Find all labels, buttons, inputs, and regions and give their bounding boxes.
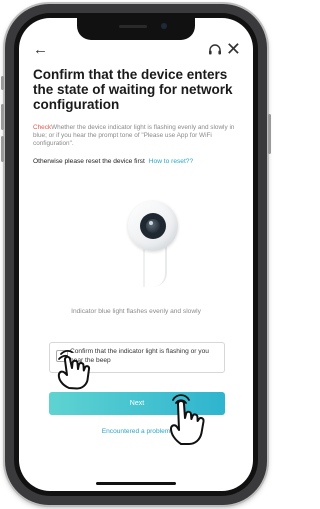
front-camera bbox=[161, 23, 167, 29]
camera-device-illustration bbox=[125, 201, 181, 291]
encountered-problem-link[interactable]: Encountered a problem bbox=[19, 428, 253, 435]
headset-icon[interactable] bbox=[207, 42, 223, 58]
instruction-body: Whether the device indicator light is fl… bbox=[33, 124, 235, 147]
reset-text: Otherwise please reset the device first bbox=[33, 158, 145, 165]
phone-bezel: ← ✕ Confirm that the device enters the s… bbox=[14, 13, 258, 496]
close-icon[interactable]: ✕ bbox=[226, 40, 241, 58]
side-button-silent bbox=[1, 76, 4, 90]
camera-head bbox=[128, 201, 178, 251]
instruction-text: CheckWhether the device indicator light … bbox=[33, 124, 241, 148]
phone-frame: ← ✕ Confirm that the device enters the s… bbox=[1, 4, 271, 505]
pointing-hand-icon bbox=[57, 349, 91, 390]
camera-stand bbox=[143, 247, 167, 287]
phone-notch bbox=[77, 18, 195, 40]
how-to-reset-link[interactable]: How to reset?? bbox=[149, 158, 193, 165]
app-screen: ← ✕ Confirm that the device enters the s… bbox=[19, 18, 253, 491]
lens-glint bbox=[149, 221, 153, 225]
home-indicator bbox=[96, 482, 176, 485]
side-button-volume-down bbox=[1, 136, 4, 162]
check-word: Check bbox=[33, 124, 52, 131]
top-bar: ← ✕ bbox=[19, 40, 253, 62]
side-button-volume-up bbox=[1, 104, 4, 130]
page-title: Confirm that the device enters the state… bbox=[33, 67, 233, 112]
camera-lens bbox=[146, 219, 160, 233]
side-button-power bbox=[268, 114, 271, 154]
earpiece-speaker bbox=[119, 25, 147, 28]
arrow-left-icon[interactable]: ← bbox=[33, 42, 48, 57]
reset-row: Otherwise please reset the device first H… bbox=[33, 158, 243, 165]
indicator-caption: Indicator blue light flashes evenly and … bbox=[71, 308, 201, 315]
pointing-hand-icon bbox=[170, 394, 205, 445]
